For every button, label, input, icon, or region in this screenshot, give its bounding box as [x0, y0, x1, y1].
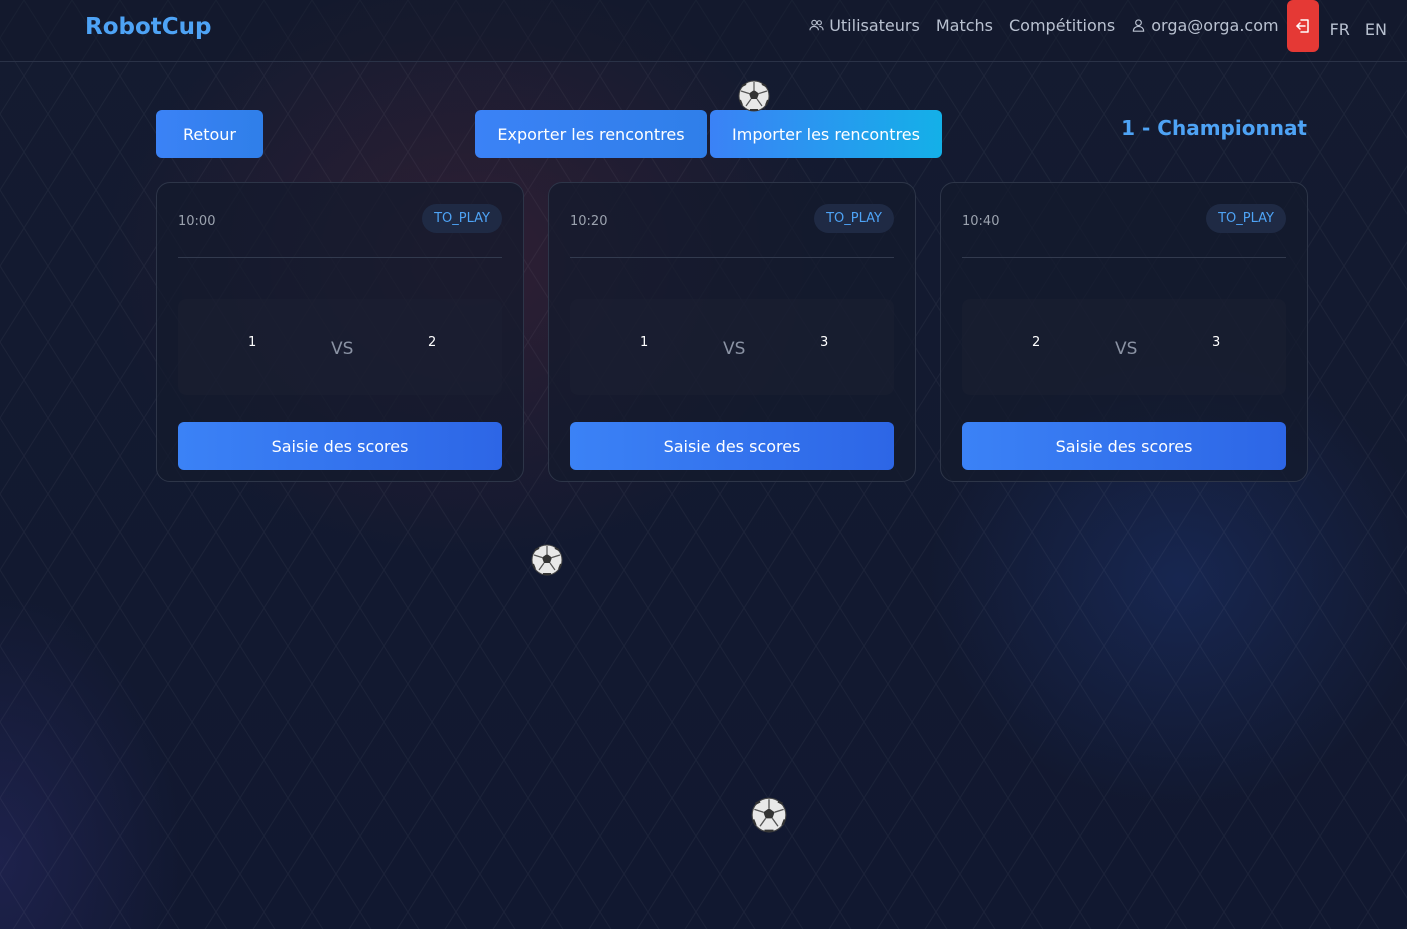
export-matches-button[interactable]: Exporter les rencontres — [475, 110, 707, 158]
card-divider — [178, 257, 502, 258]
import-matches-button[interactable]: Importer les rencontres — [710, 110, 942, 158]
soccer-ball-icon — [751, 797, 787, 833]
enter-scores-button[interactable]: Saisie des scores — [962, 422, 1286, 470]
match-time: 10:40 — [962, 214, 1000, 229]
team-a: 2 — [1032, 335, 1041, 350]
match-card: 10:40 TO_PLAY 2 VS 3 Saisie des scores — [940, 182, 1308, 482]
users-icon — [809, 19, 824, 30]
team-b: 3 — [820, 335, 829, 350]
status-badge: TO_PLAY — [814, 204, 894, 233]
soccer-ball-icon — [738, 80, 770, 112]
logout-button[interactable] — [1286, 0, 1319, 52]
lang-fr[interactable]: FR — [1330, 20, 1350, 39]
card-divider — [570, 257, 894, 258]
vs-label: VS — [723, 339, 746, 359]
enter-scores-button[interactable]: Saisie des scores — [570, 422, 894, 470]
soccer-ball-icon — [531, 544, 563, 576]
logout-icon — [1295, 19, 1309, 33]
team-b: 2 — [428, 335, 437, 350]
nav-link-account[interactable]: orga@orga.com — [1131, 15, 1279, 35]
match-time: 10:00 — [178, 214, 216, 229]
card-divider — [962, 257, 1286, 258]
brand-logo[interactable]: RobotCup — [85, 14, 212, 40]
user-icon — [1133, 18, 1145, 32]
competition-title: 1 - Championnat — [1121, 116, 1307, 140]
lang-en[interactable]: EN — [1365, 20, 1387, 39]
nav-link-matches[interactable]: Matchs — [936, 16, 993, 35]
back-button[interactable]: Retour — [156, 110, 263, 158]
team-a: 1 — [248, 335, 257, 350]
team-a: 1 — [640, 335, 649, 350]
match-teams: 1 VS 2 — [178, 299, 502, 395]
status-badge: TO_PLAY — [1206, 204, 1286, 233]
match-teams: 1 VS 3 — [570, 299, 894, 395]
vs-label: VS — [1115, 339, 1138, 359]
match-time: 10:20 — [570, 214, 608, 229]
account-email: orga@orga.com — [1151, 15, 1279, 35]
enter-scores-button[interactable]: Saisie des scores — [178, 422, 502, 470]
match-teams: 2 VS 3 — [962, 299, 1286, 395]
status-badge: TO_PLAY — [422, 204, 502, 233]
match-card: 10:00 TO_PLAY 1 VS 2 Saisie des scores — [156, 182, 524, 482]
nav-link-competitions-label: Compétitions — [1008, 15, 1116, 35]
nav-link-matches-label: Matchs — [935, 15, 993, 35]
top-navbar: RobotCup Utilisateurs Matchs Compétition… — [0, 0, 1407, 62]
vs-label: VS — [331, 339, 354, 359]
nav-links: Utilisateurs Matchs Compétitions orga@or… — [793, 0, 1387, 58]
nav-link-competitions[interactable]: Compétitions — [1009, 16, 1115, 35]
team-b: 3 — [1212, 335, 1221, 350]
nav-link-users[interactable]: Utilisateurs — [809, 16, 920, 35]
nav-link-users-label: Utilisateurs — [829, 15, 920, 35]
match-card: 10:20 TO_PLAY 1 VS 3 Saisie des scores — [548, 182, 916, 482]
